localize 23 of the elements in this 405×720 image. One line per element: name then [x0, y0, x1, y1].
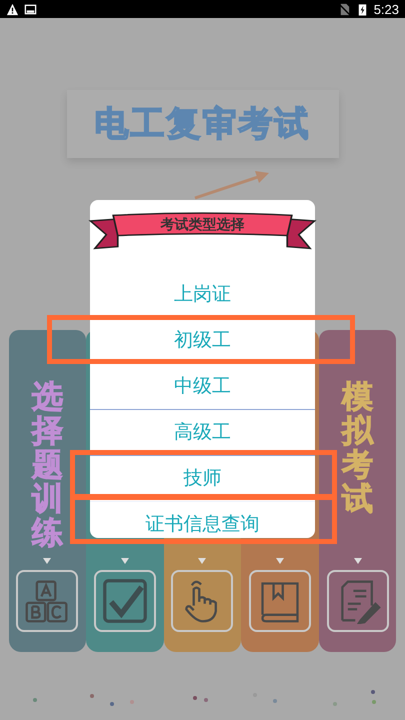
- warning-icon: [6, 2, 19, 16]
- dialog-title: 考试类型选择: [160, 216, 244, 234]
- exam-type-option[interactable]: 初级工: [174, 329, 231, 352]
- module-card[interactable]: 模拟考试: [318, 330, 396, 652]
- image-icon: [24, 2, 37, 16]
- checkbox-icon: [102, 578, 148, 624]
- exam-type-option[interactable]: 高级工: [174, 421, 231, 444]
- down-arrow-icon: [354, 558, 362, 564]
- clock-time: 5:23: [374, 2, 399, 16]
- no-sim-icon: [338, 2, 351, 16]
- down-arrow-icon: [43, 558, 52, 564]
- module-label: 选择题训练: [32, 380, 63, 550]
- exam-type-option[interactable]: 上岗证: [174, 283, 231, 306]
- down-arrow-icon: [198, 558, 206, 564]
- exam-type-option[interactable]: 证书信息查询: [146, 513, 260, 536]
- down-arrow-icon: [120, 558, 129, 564]
- app-title: 电工复审考试: [94, 103, 310, 146]
- letter-blocks-icon: [24, 578, 70, 624]
- module-label: 模拟考试: [342, 380, 374, 516]
- exam-type-option[interactable]: 技师: [184, 467, 222, 490]
- exam-type-option[interactable]: 中级工: [174, 375, 231, 398]
- down-arrow-icon: [276, 558, 284, 564]
- module-card[interactable]: 选择题训练: [8, 330, 86, 652]
